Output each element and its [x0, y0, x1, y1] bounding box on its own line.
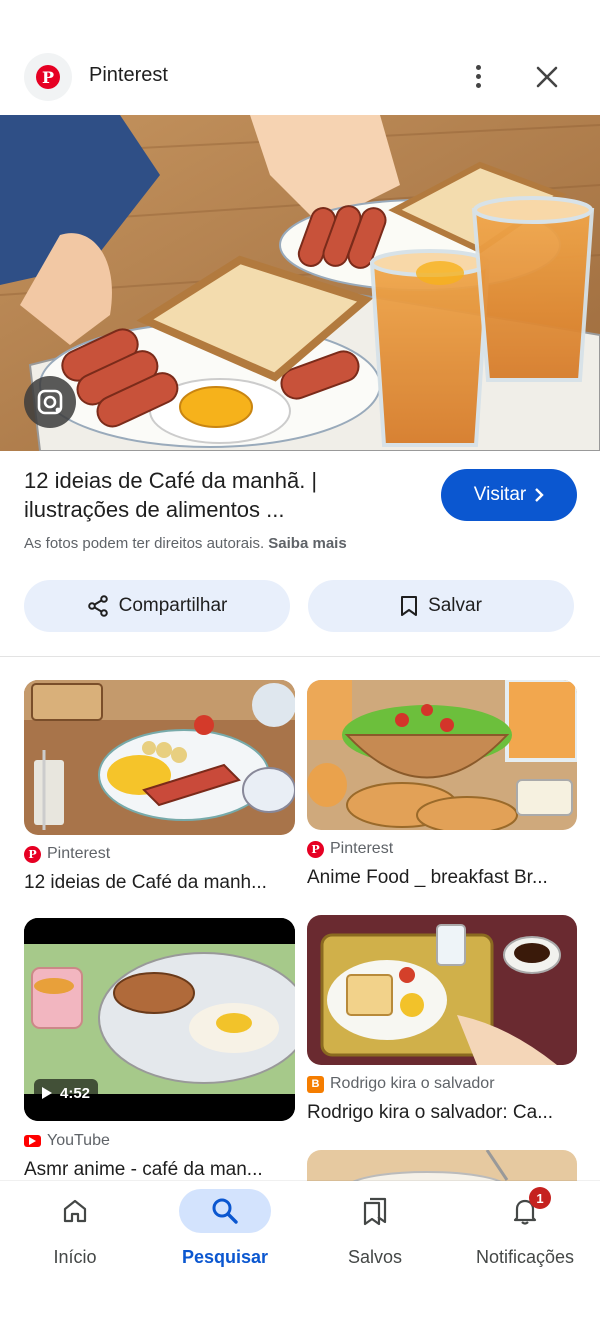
video-thumbnail[interactable]: 4:52: [24, 918, 295, 1121]
related-title[interactable]: Rodrigo kira o salvador: Ca...: [307, 1102, 577, 1124]
more-vert-icon: [475, 64, 481, 70]
pinterest-icon: P: [24, 845, 41, 863]
visit-button[interactable]: Visitar: [441, 469, 577, 521]
salad-bread-image: [307, 680, 577, 830]
notification-badge: 1: [529, 1187, 551, 1209]
result-title[interactable]: 12 ideias de Café da manhã. | ilustraçõe…: [24, 466, 424, 524]
breakfast-illustration: [0, 115, 600, 451]
nav-saved[interactable]: Salvos: [300, 1181, 450, 1281]
visit-label: Visitar: [473, 484, 527, 505]
copyright-notice: As fotos podem ter direitos autorais. Sa…: [24, 535, 347, 552]
close-icon: [536, 66, 558, 88]
pinterest-icon: P: [36, 65, 60, 89]
search-icon: [212, 1198, 238, 1224]
save-label: Salvar: [428, 595, 482, 616]
share-label: Compartilhar: [118, 595, 228, 616]
save-button[interactable]: Salvar: [308, 580, 574, 632]
related-thumbnail[interactable]: [24, 680, 295, 835]
bookmarks-icon: [363, 1197, 387, 1226]
video-duration-badge: 4:52: [34, 1079, 99, 1107]
lens-search-button[interactable]: [24, 376, 76, 428]
breakfast-plate-image: [24, 680, 295, 835]
related-source: P Pinterest: [24, 845, 110, 863]
lens-icon: [37, 389, 63, 415]
related-source: YouTube: [24, 1132, 110, 1150]
home-icon: [63, 1199, 87, 1223]
close-button[interactable]: [530, 60, 564, 94]
bookmark-icon: [401, 596, 418, 616]
share-button[interactable]: Compartilhar: [24, 580, 290, 632]
more-options-button[interactable]: [462, 60, 494, 92]
learn-more-link[interactable]: Saiba mais: [268, 535, 346, 552]
related-thumbnail[interactable]: [307, 915, 577, 1065]
related-thumbnail[interactable]: [307, 680, 577, 830]
related-title[interactable]: Asmr anime - café da man...: [24, 1159, 295, 1181]
source-name: Pinterest: [89, 64, 168, 86]
related-title[interactable]: 12 ideias de Café da manh...: [24, 872, 295, 894]
youtube-icon: [24, 1135, 41, 1147]
nav-notifications[interactable]: 1 Notificações: [450, 1181, 600, 1281]
related-source: P Pinterest: [307, 840, 393, 858]
related-source: B Rodrigo kira o salvador: [307, 1075, 495, 1093]
breakfast-tray-image: [307, 915, 577, 1065]
pinterest-icon: P: [307, 840, 324, 858]
related-title[interactable]: Anime Food _ breakfast Br...: [307, 867, 577, 889]
chevron-right-icon: [535, 488, 544, 502]
result-header: P Pinterest: [0, 48, 600, 106]
bottom-navigation: Início Pesquisar Salvos 1 Notificações: [0, 1181, 600, 1333]
divider: [0, 656, 600, 657]
result-image[interactable]: [0, 115, 600, 451]
blogger-icon: B: [307, 1075, 324, 1093]
share-icon: [87, 595, 108, 617]
nav-home[interactable]: Início: [0, 1181, 150, 1281]
play-icon: [42, 1087, 52, 1099]
nav-search[interactable]: Pesquisar: [150, 1181, 300, 1281]
pinterest-logo: P: [24, 53, 72, 101]
